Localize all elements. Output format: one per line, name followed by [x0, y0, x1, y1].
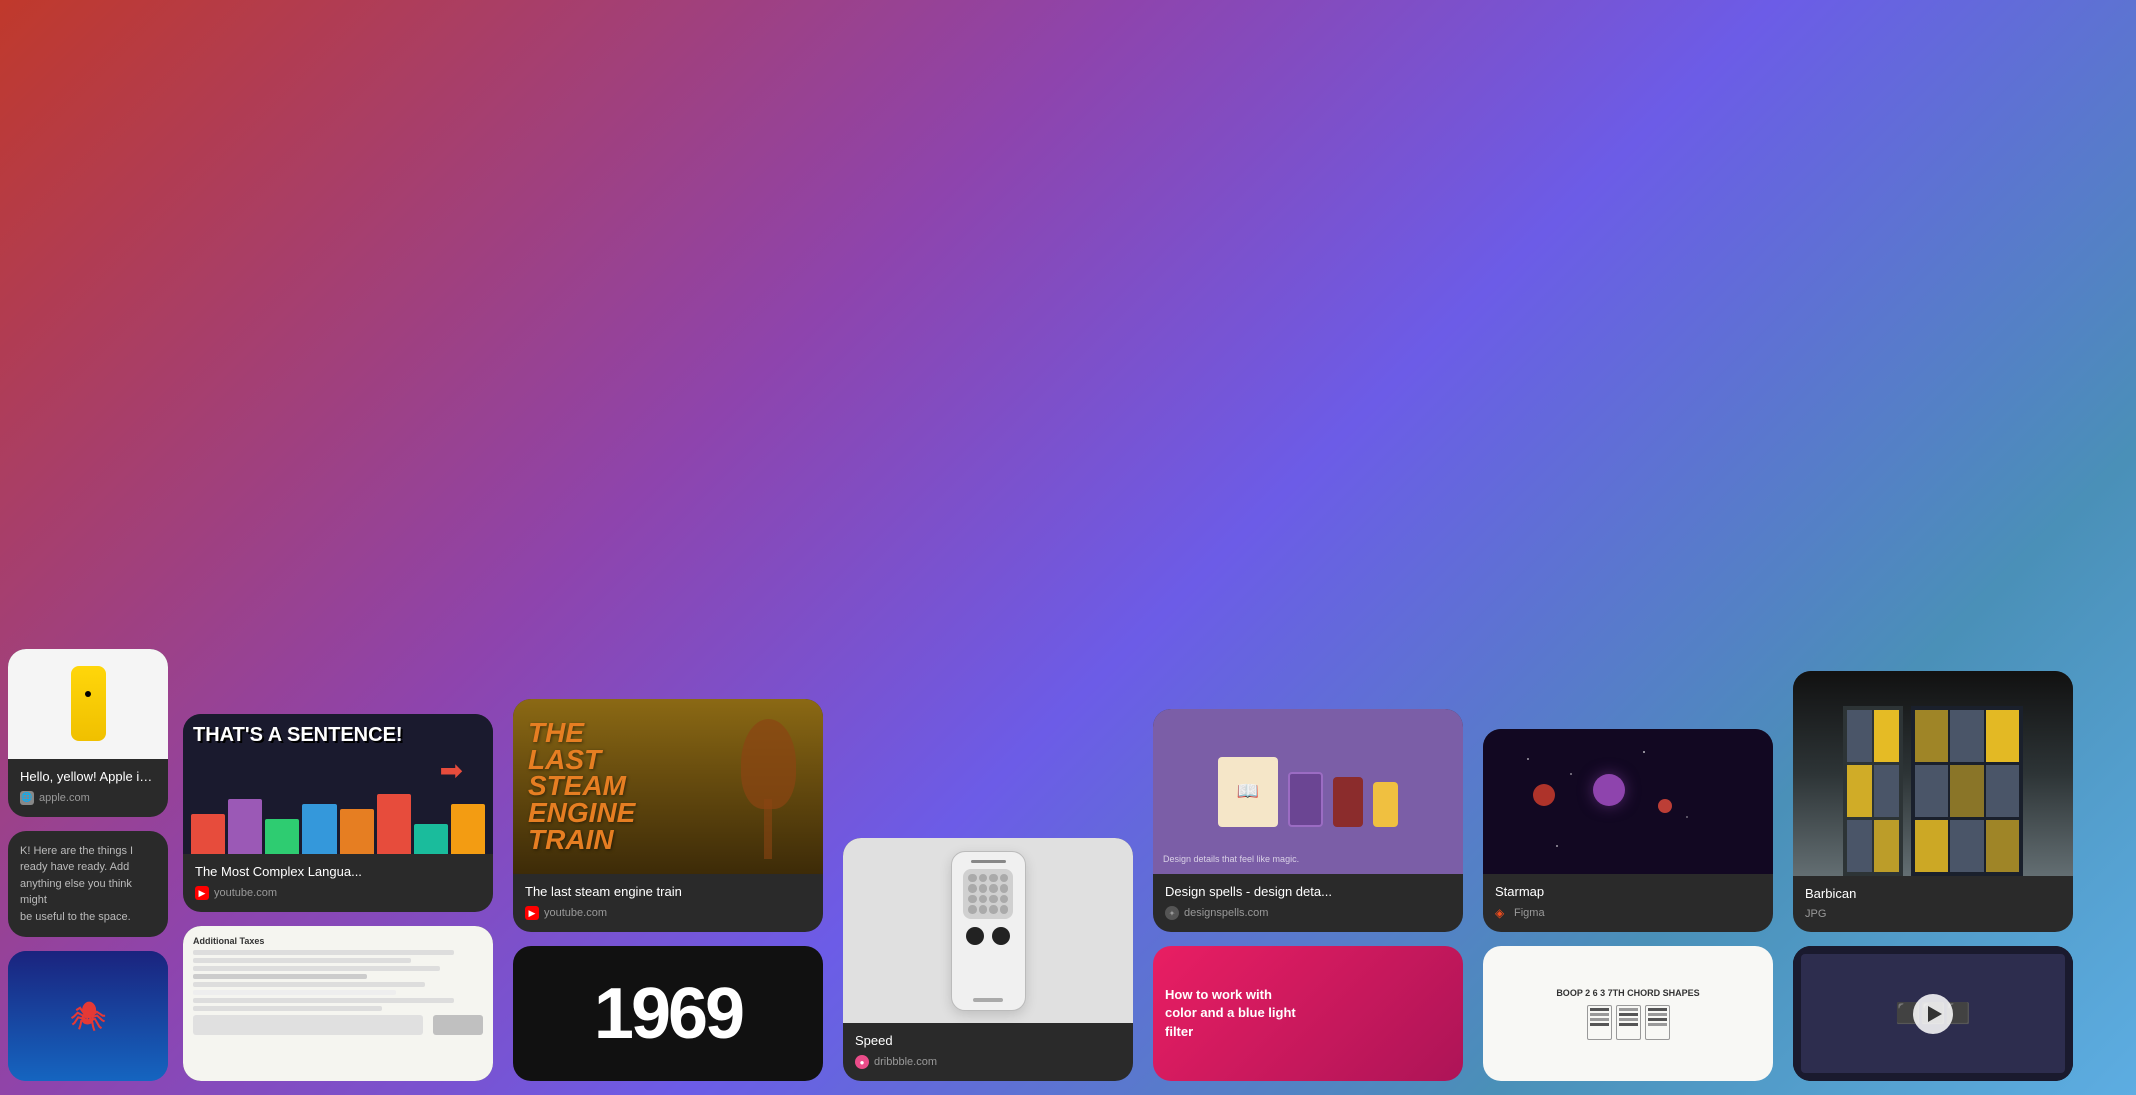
device-notch: [971, 860, 1006, 863]
column-5: 📖 Design details that feel like magic. D…: [1145, 695, 1475, 1095]
planet-red: [1533, 784, 1555, 806]
spider-thumbnail: 🕷: [8, 951, 168, 1081]
column-3: THELASTSTEAMENGINETRAIN The last steam e…: [505, 685, 835, 1095]
barbican-card-info: Barbican JPG: [1793, 876, 2073, 932]
device-btn-right: [992, 927, 1010, 945]
card-apple-text[interactable]: K! Here are the things Iready have ready…: [8, 831, 168, 938]
spider-icon: 🕷: [70, 1000, 106, 1033]
planet-small-red: [1658, 799, 1672, 813]
tax-thumbnail: Additional Taxes: [183, 926, 493, 1081]
column-6: Starmap ◈ Figma BOOP 2 6 3 7TH CHORD SHA…: [1475, 715, 1785, 1095]
card-tax[interactable]: Additional Taxes: [183, 926, 493, 1081]
chords-thumbnail: BOOP 2 6 3 7TH CHORD SHAPES: [1483, 946, 1773, 1081]
design-card-info: Design spells - design deta... ✦ designs…: [1153, 874, 1463, 932]
barbican-card-title: Barbican: [1805, 886, 2061, 903]
book-dark: [1288, 772, 1323, 827]
designspells-icon: ✦: [1165, 906, 1179, 920]
train-card-title: The last steam engine train: [525, 884, 811, 901]
speed-card-title: Speed: [855, 1033, 1121, 1050]
1969-text: 1969: [594, 973, 742, 1055]
card-starmap[interactable]: Starmap ◈ Figma: [1483, 729, 1773, 932]
starmap-card-info: Starmap ◈ Figma: [1483, 874, 1773, 932]
apple-card-title: Hello, yellow! Apple introd...: [20, 769, 156, 786]
design-thumbnail: 📖 Design details that feel like magic.: [1153, 709, 1463, 874]
train-card-info: The last steam engine train ▶ youtube.co…: [513, 874, 823, 932]
howto-text: How to work withcolor and a blue lightfi…: [1165, 986, 1296, 1041]
sentence-thumbnail: THAT'S A SENTENCE! ➡: [183, 714, 493, 854]
card-apple[interactable]: Hello, yellow! Apple introd... 🌐 apple.c…: [8, 649, 168, 817]
planet-purple: [1593, 774, 1625, 806]
sentence-card-info: The Most Complex Langua... ▶ youtube.com: [183, 854, 493, 912]
card-design[interactable]: 📖 Design details that feel like magic. D…: [1153, 709, 1463, 932]
apple-card-info: Hello, yellow! Apple introd... 🌐 apple.c…: [8, 759, 168, 817]
book-yellow: [1373, 782, 1398, 827]
apple-text-content: K! Here are the things Iready have ready…: [20, 843, 156, 926]
speed-card-source: ● dribbble.com: [855, 1055, 1121, 1069]
starmap-card-title: Starmap: [1495, 884, 1761, 901]
design-card-title: Design spells - design deta...: [1165, 884, 1451, 901]
speed-card-info: Speed ● dribbble.com: [843, 1023, 1133, 1081]
youtube-icon-train: ▶: [525, 906, 539, 920]
play-button[interactable]: [1913, 994, 1953, 1034]
apple-thumbnail: [8, 649, 168, 759]
card-chords[interactable]: BOOP 2 6 3 7TH CHORD SHAPES: [1483, 946, 1773, 1081]
video-thumbnail: ⬛⬛⬛: [1793, 946, 2073, 1081]
arrow-icon: ➡: [440, 754, 463, 787]
card-howto[interactable]: How to work withcolor and a blue lightfi…: [1153, 946, 1463, 1081]
barbican-buildings: [1843, 706, 2023, 876]
1969-thumbnail: 1969: [513, 946, 823, 1081]
globe-icon: 🌐: [20, 791, 34, 805]
youtube-icon: ▶: [195, 886, 209, 900]
figma-icon: ◈: [1495, 906, 1509, 920]
train-thumbnail: THELASTSTEAMENGINETRAIN: [513, 699, 823, 874]
device-speaker-grid: [963, 869, 1013, 919]
apple-card-source: 🌐 apple.com: [20, 791, 156, 805]
play-triangle: [1928, 1006, 1942, 1022]
device-home-bar: [973, 998, 1003, 1002]
train-title-overlay: THELASTSTEAMENGINETRAIN: [528, 720, 635, 853]
card-barbican[interactable]: Barbican JPG: [1793, 671, 2073, 932]
card-train[interactable]: THELASTSTEAMENGINETRAIN The last steam e…: [513, 699, 823, 932]
speed-thumbnail: [843, 838, 1133, 1023]
device-buttons-row: [966, 927, 1010, 945]
column-2: THAT'S A SENTENCE! ➡ The Most Complex La…: [175, 700, 505, 1095]
howto-thumbnail: How to work withcolor and a blue lightfi…: [1153, 946, 1463, 1081]
sentence-card-source: ▶ youtube.com: [195, 886, 481, 900]
card-sentence[interactable]: THAT'S A SENTENCE! ➡ The Most Complex La…: [183, 714, 493, 912]
stars-bg: [1483, 729, 1773, 874]
sentence-card-title: The Most Complex Langua...: [195, 864, 481, 881]
card-spider[interactable]: 🕷: [8, 951, 168, 1081]
speed-device: [951, 851, 1026, 1011]
book-notebook: 📖: [1218, 757, 1278, 827]
sentence-title-text: THAT'S A SENTENCE!: [193, 724, 483, 746]
design-caption: Design details that feel like magic.: [1163, 854, 1299, 866]
column-7: Barbican JPG ⬛⬛⬛: [1785, 657, 2085, 1095]
card-1969[interactable]: 1969: [513, 946, 823, 1081]
column-4: Speed ● dribbble.com: [835, 824, 1145, 1095]
barbican-card-source: JPG: [1805, 908, 2061, 920]
chords-text: BOOP 2 6 3 7TH CHORD SHAPES: [1556, 987, 1699, 1040]
guitar-silhouette: [733, 719, 803, 859]
design-books: 📖: [1208, 747, 1408, 837]
card-video[interactable]: ⬛⬛⬛: [1793, 946, 2073, 1081]
device-btn-left: [966, 927, 984, 945]
design-card-source: ✦ designspells.com: [1165, 906, 1451, 920]
dribbble-icon: ●: [855, 1055, 869, 1069]
card-speed[interactable]: Speed ● dribbble.com: [843, 838, 1133, 1081]
train-card-source: ▶ youtube.com: [525, 906, 811, 920]
column-1: Hello, yellow! Apple introd... 🌐 apple.c…: [0, 635, 175, 1095]
starmap-thumbnail: [1483, 729, 1773, 874]
book-red: [1333, 777, 1363, 827]
barbican-thumbnail: [1793, 671, 2073, 876]
starmap-card-source: ◈ Figma: [1495, 906, 1761, 920]
sentence-bars: [183, 784, 493, 854]
